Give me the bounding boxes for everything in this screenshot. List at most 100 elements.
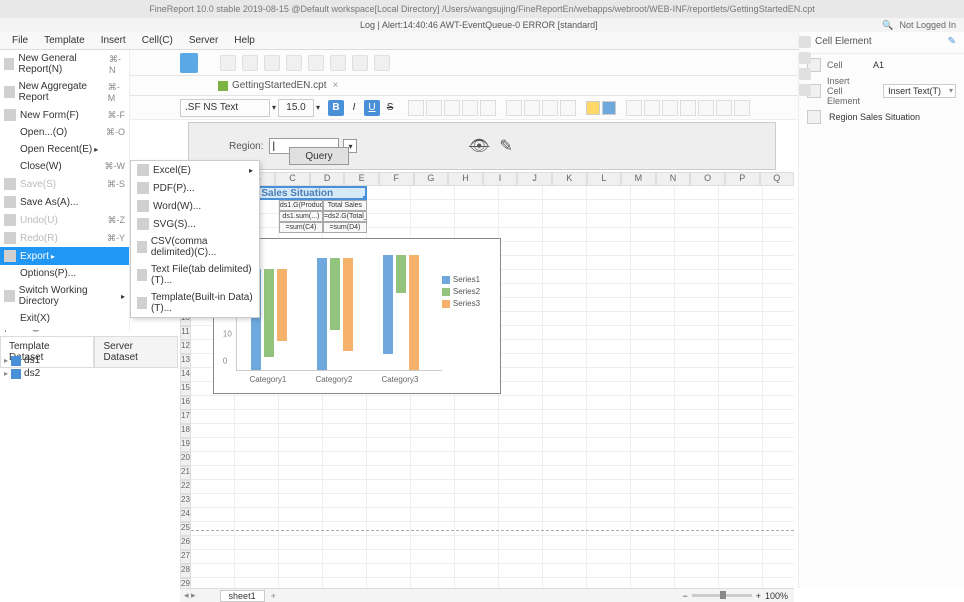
col-header[interactable]: J (517, 172, 552, 186)
cond-button[interactable] (644, 100, 660, 116)
export-item[interactable]: Word(W)... (131, 197, 259, 215)
row-header[interactable]: 13 (180, 354, 191, 368)
border-1[interactable] (506, 100, 522, 116)
col-header[interactable]: E (344, 172, 379, 186)
file-item-export[interactable]: Export▸ (0, 247, 129, 265)
page-icon[interactable] (180, 53, 198, 73)
row-header[interactable]: 15 (180, 382, 191, 396)
search-icon[interactable]: 🔍 (882, 20, 893, 31)
file-item-new-form-f-[interactable]: New Form(F)⌘-F (0, 106, 129, 124)
side-icon[interactable] (799, 68, 811, 80)
align-3[interactable] (444, 100, 460, 116)
size-select[interactable]: 15.0 (278, 99, 314, 117)
row-header[interactable]: 20 (180, 452, 191, 466)
row-header[interactable]: 25 (180, 522, 191, 536)
col-header[interactable]: F (379, 172, 414, 186)
align-1[interactable] (408, 100, 424, 116)
side-icon[interactable] (799, 36, 811, 48)
tb-6[interactable] (330, 55, 346, 71)
export-item[interactable]: Template(Built-in Data)(T)... (131, 289, 259, 317)
tb-3[interactable] (264, 55, 280, 71)
tb-1[interactable] (220, 55, 236, 71)
fill-color[interactable] (586, 101, 600, 115)
align-4[interactable] (462, 100, 478, 116)
file-item-save-as-a-[interactable]: Save As(A)... (0, 193, 129, 211)
col-header[interactable]: N (656, 172, 691, 186)
tb-8[interactable] (374, 55, 390, 71)
menu-help[interactable]: Help (226, 35, 263, 46)
tab-server-dataset[interactable]: Server Dataset (94, 336, 178, 367)
row-header[interactable]: 11 (180, 326, 191, 340)
font-select[interactable]: .SF NS Text (180, 99, 270, 117)
col-header[interactable]: H (448, 172, 483, 186)
export-item[interactable]: PDF(P)... (131, 179, 259, 197)
menu-cell[interactable]: Cell(C) (134, 35, 181, 46)
export-item[interactable]: Excel(E)▸ (131, 161, 259, 179)
row-header[interactable]: 27 (180, 550, 191, 564)
file-item-close-w-[interactable]: Close(W)⌘-W (0, 158, 129, 175)
row-header[interactable]: 29 (180, 578, 191, 588)
tb-2[interactable] (242, 55, 258, 71)
col-header[interactable]: Q (760, 172, 795, 186)
file-item-options-p-[interactable]: Options(P)... (0, 265, 129, 282)
align-2[interactable] (426, 100, 442, 116)
side-icon[interactable] (799, 84, 811, 96)
other-5[interactable] (734, 100, 750, 116)
col-header[interactable]: P (725, 172, 760, 186)
col-header[interactable]: O (690, 172, 725, 186)
col-header[interactable]: G (414, 172, 449, 186)
file-item-new-aggregate-report[interactable]: New Aggregate Report⌘-M (0, 78, 129, 106)
export-item[interactable]: SVG(S)... (131, 215, 259, 233)
col-header[interactable]: I (483, 172, 518, 186)
menu-template[interactable]: Template (36, 35, 93, 46)
other-1[interactable] (662, 100, 678, 116)
row-header[interactable]: 17 (180, 410, 191, 424)
side-icon[interactable] (799, 52, 811, 64)
menu-file[interactable]: File (4, 35, 36, 46)
border-3[interactable] (542, 100, 558, 116)
col-header[interactable]: D (310, 172, 345, 186)
row-header[interactable]: 24 (180, 508, 191, 522)
strike-button[interactable]: S (382, 100, 398, 116)
export-item[interactable]: CSV(comma delimited)(C)... (131, 233, 259, 261)
file-item-exit-x-[interactable]: Exit(X) (0, 310, 129, 327)
bold-button[interactable]: B (328, 100, 344, 116)
insert-type-dropdown[interactable]: Insert Text(T) (883, 84, 956, 98)
tab-name[interactable]: GettingStartedEN.cpt (232, 80, 327, 91)
tb-4[interactable] (286, 55, 302, 71)
col-header[interactable]: L (587, 172, 622, 186)
row-header[interactable]: 21 (180, 466, 191, 480)
row-header[interactable]: 26 (180, 536, 191, 550)
sheet-tab[interactable]: sheet1 (220, 590, 265, 602)
query-button[interactable]: Query (289, 147, 349, 165)
menu-insert[interactable]: Insert (93, 35, 134, 46)
zoom-slider[interactable] (692, 594, 752, 597)
row-header[interactable]: 12 (180, 340, 191, 354)
login-status[interactable]: Not Logged In (899, 20, 956, 30)
tb-7[interactable] (352, 55, 368, 71)
col-header[interactable]: C (275, 172, 310, 186)
file-item-switch-working-directory[interactable]: Switch Working Directory▸ (0, 282, 129, 310)
border-4[interactable] (560, 100, 576, 116)
row-header[interactable]: 14 (180, 368, 191, 382)
other-3[interactable] (698, 100, 714, 116)
ds-item[interactable]: ▸ds1 (4, 354, 40, 367)
merge-button[interactable] (626, 100, 642, 116)
row-header[interactable]: 23 (180, 494, 191, 508)
row-header[interactable]: 19 (180, 438, 191, 452)
menu-server[interactable]: Server (181, 35, 226, 46)
eye-icon[interactable]: 👁 (469, 136, 489, 156)
file-item-new-general-report-n-[interactable]: New General Report(N)⌘-N (0, 50, 129, 78)
close-icon[interactable]: × (333, 80, 339, 91)
row-header[interactable]: 16 (180, 396, 191, 410)
file-item-open-o-[interactable]: Open...(O)⌘-O (0, 124, 129, 141)
row-header[interactable]: 22 (180, 480, 191, 494)
row-header[interactable]: 28 (180, 564, 191, 578)
underline-button[interactable]: U (364, 100, 380, 116)
add-sheet-icon[interactable]: + (265, 591, 282, 601)
align-5[interactable] (480, 100, 496, 116)
tb-5[interactable] (308, 55, 324, 71)
row-header[interactable]: 18 (180, 424, 191, 438)
font-color[interactable] (602, 101, 616, 115)
other-4[interactable] (716, 100, 732, 116)
